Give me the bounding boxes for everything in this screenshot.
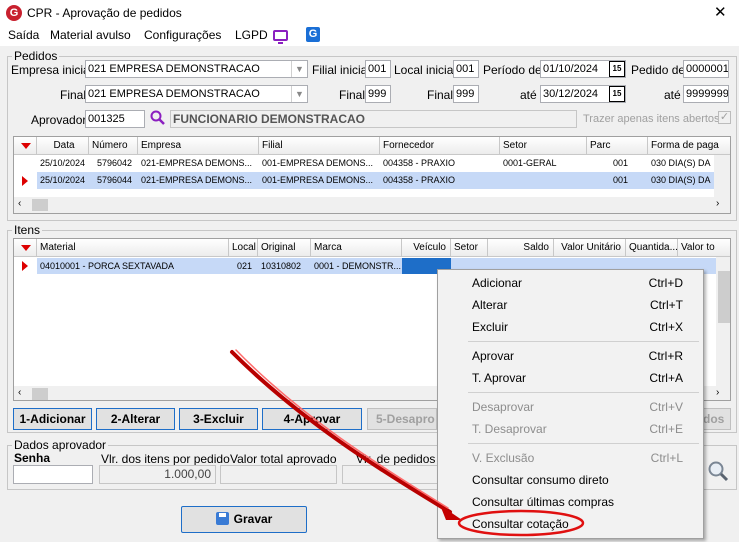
annotation-arrow [230, 349, 585, 537]
highlight-ellipse [457, 509, 585, 537]
